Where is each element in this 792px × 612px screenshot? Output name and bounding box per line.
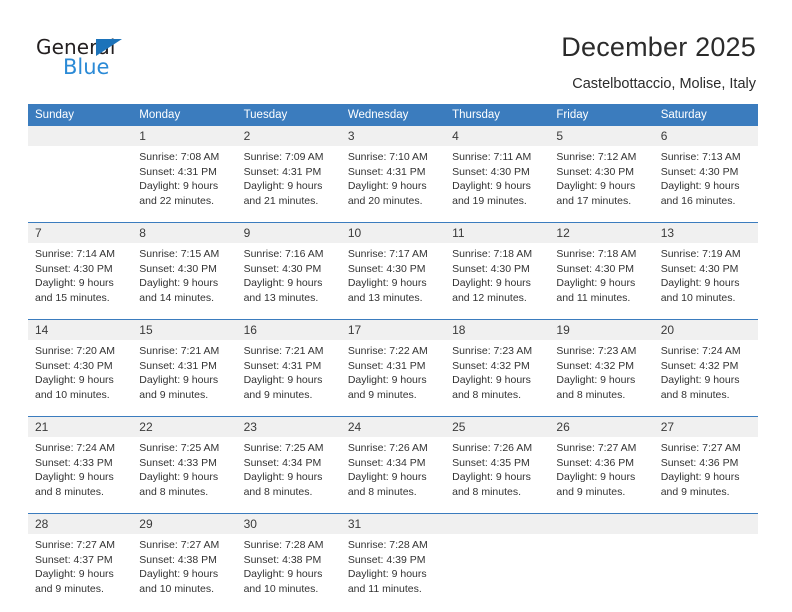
day-number-6[interactable]: 6 [653, 126, 758, 146]
day-number-16[interactable]: 16 [236, 320, 341, 340]
week-2-daynum-row: 7 8 9 10 11 12 13 [28, 223, 758, 243]
day-info-4: Sunrise: 7:11 AM Sunset: 4:30 PM Dayligh… [445, 146, 550, 222]
day-cell-empty [549, 514, 654, 534]
calendar-table: Sunday Monday Tuesday Wednesday Thursday… [28, 104, 758, 610]
page-header: General Blue December 2025 Castelbottacc… [0, 0, 792, 100]
day-number-31[interactable]: 31 [340, 514, 446, 534]
day-info-15: Sunrise: 7:21 AM Sunset: 4:31 PM Dayligh… [132, 340, 237, 416]
day-info-30: Sunrise: 7:28 AM Sunset: 4:38 PM Dayligh… [236, 534, 341, 610]
day-number-21[interactable]: 21 [28, 417, 133, 437]
page-title: December 2025 [561, 32, 756, 62]
weekday-header-tuesday: Tuesday [236, 104, 341, 126]
day-info-17: Sunrise: 7:22 AM Sunset: 4:31 PM Dayligh… [340, 340, 446, 416]
page-subtitle-location: Castelbottaccio, Molise, Italy [572, 76, 756, 92]
day-number-2[interactable]: 2 [236, 126, 341, 146]
day-info-11: Sunrise: 7:18 AM Sunset: 4:30 PM Dayligh… [445, 243, 550, 319]
day-info-26: Sunrise: 7:27 AM Sunset: 4:36 PM Dayligh… [549, 437, 654, 513]
day-info-24: Sunrise: 7:26 AM Sunset: 4:34 PM Dayligh… [340, 437, 446, 513]
day-info-22: Sunrise: 7:25 AM Sunset: 4:33 PM Dayligh… [132, 437, 237, 513]
calendar-page: General Blue December 2025 Castelbottacc… [0, 0, 792, 612]
day-info-31: Sunrise: 7:28 AM Sunset: 4:39 PM Dayligh… [340, 534, 446, 610]
day-number-7[interactable]: 7 [28, 223, 133, 243]
logo-text-blue: Blue [63, 55, 110, 79]
weekday-header-friday: Friday [549, 104, 654, 126]
day-info-20: Sunrise: 7:24 AM Sunset: 4:32 PM Dayligh… [653, 340, 758, 416]
day-info-8: Sunrise: 7:15 AM Sunset: 4:30 PM Dayligh… [132, 243, 237, 319]
day-number-4[interactable]: 4 [445, 126, 550, 146]
day-number-30[interactable]: 30 [236, 514, 341, 534]
day-info-5: Sunrise: 7:12 AM Sunset: 4:30 PM Dayligh… [549, 146, 654, 222]
day-number-26[interactable]: 26 [549, 417, 654, 437]
week-2-info-row: Sunrise: 7:14 AM Sunset: 4:30 PM Dayligh… [28, 243, 758, 319]
day-number-8[interactable]: 8 [132, 223, 237, 243]
day-number-18[interactable]: 18 [445, 320, 550, 340]
day-number-9[interactable]: 9 [236, 223, 341, 243]
day-info-1: Sunrise: 7:08 AM Sunset: 4:31 PM Dayligh… [132, 146, 237, 222]
general-blue-logo[interactable]: General Blue [36, 36, 146, 82]
day-number-28[interactable]: 28 [28, 514, 133, 534]
week-5-daynum-row: 28 29 30 31 [28, 514, 758, 534]
week-3-info-row: Sunrise: 7:20 AM Sunset: 4:30 PM Dayligh… [28, 340, 758, 416]
day-info-28: Sunrise: 7:27 AM Sunset: 4:37 PM Dayligh… [28, 534, 133, 610]
day-info-empty [445, 534, 550, 610]
day-info-27: Sunrise: 7:27 AM Sunset: 4:36 PM Dayligh… [653, 437, 758, 513]
week-1-info-row: Sunrise: 7:08 AM Sunset: 4:31 PM Dayligh… [28, 146, 758, 222]
day-info-empty [549, 534, 654, 610]
weekday-header-sunday: Sunday [28, 104, 133, 126]
weekday-header-monday: Monday [132, 104, 237, 126]
day-info-10: Sunrise: 7:17 AM Sunset: 4:30 PM Dayligh… [340, 243, 446, 319]
logo-triangle-icon [96, 39, 122, 56]
weekday-header-row: Sunday Monday Tuesday Wednesday Thursday… [28, 104, 758, 126]
day-number-13[interactable]: 13 [653, 223, 758, 243]
day-number-11[interactable]: 11 [445, 223, 550, 243]
day-number-29[interactable]: 29 [132, 514, 237, 534]
day-info-12: Sunrise: 7:18 AM Sunset: 4:30 PM Dayligh… [549, 243, 654, 319]
week-3-daynum-row: 14 15 16 17 18 19 20 [28, 320, 758, 340]
day-info-16: Sunrise: 7:21 AM Sunset: 4:31 PM Dayligh… [236, 340, 341, 416]
day-info-13: Sunrise: 7:19 AM Sunset: 4:30 PM Dayligh… [653, 243, 758, 319]
day-cell-empty [28, 126, 133, 146]
day-number-19[interactable]: 19 [549, 320, 654, 340]
day-info-23: Sunrise: 7:25 AM Sunset: 4:34 PM Dayligh… [236, 437, 341, 513]
day-cell-empty [445, 514, 550, 534]
day-number-20[interactable]: 20 [653, 320, 758, 340]
week-5-info-row: Sunrise: 7:27 AM Sunset: 4:37 PM Dayligh… [28, 534, 758, 610]
day-number-23[interactable]: 23 [236, 417, 341, 437]
day-info-6: Sunrise: 7:13 AM Sunset: 4:30 PM Dayligh… [653, 146, 758, 222]
day-info-25: Sunrise: 7:26 AM Sunset: 4:35 PM Dayligh… [445, 437, 550, 513]
day-info-empty [28, 146, 133, 222]
day-info-3: Sunrise: 7:10 AM Sunset: 4:31 PM Dayligh… [340, 146, 446, 222]
day-info-18: Sunrise: 7:23 AM Sunset: 4:32 PM Dayligh… [445, 340, 550, 416]
week-1-daynum-row: 1 2 3 4 5 6 [28, 126, 758, 146]
day-number-25[interactable]: 25 [445, 417, 550, 437]
calendar-body: 1 2 3 4 5 6 Sunrise: 7:08 AM Sunset: 4:3… [28, 126, 758, 610]
day-info-2: Sunrise: 7:09 AM Sunset: 4:31 PM Dayligh… [236, 146, 341, 222]
day-info-14: Sunrise: 7:20 AM Sunset: 4:30 PM Dayligh… [28, 340, 133, 416]
day-number-3[interactable]: 3 [340, 126, 446, 146]
weekday-header-wednesday: Wednesday [340, 104, 446, 126]
day-number-27[interactable]: 27 [653, 417, 758, 437]
day-number-1[interactable]: 1 [132, 126, 237, 146]
day-number-22[interactable]: 22 [132, 417, 237, 437]
day-number-17[interactable]: 17 [340, 320, 446, 340]
day-info-empty [653, 534, 758, 610]
weekday-header-thursday: Thursday [445, 104, 550, 126]
day-info-7: Sunrise: 7:14 AM Sunset: 4:30 PM Dayligh… [28, 243, 133, 319]
week-4-daynum-row: 21 22 23 24 25 26 27 [28, 417, 758, 437]
day-number-14[interactable]: 14 [28, 320, 133, 340]
day-cell-empty [653, 514, 758, 534]
week-4-info-row: Sunrise: 7:24 AM Sunset: 4:33 PM Dayligh… [28, 437, 758, 513]
day-info-29: Sunrise: 7:27 AM Sunset: 4:38 PM Dayligh… [132, 534, 237, 610]
day-number-10[interactable]: 10 [340, 223, 446, 243]
weekday-header-saturday: Saturday [653, 104, 758, 126]
day-info-19: Sunrise: 7:23 AM Sunset: 4:32 PM Dayligh… [549, 340, 654, 416]
day-number-12[interactable]: 12 [549, 223, 654, 243]
day-number-24[interactable]: 24 [340, 417, 446, 437]
day-number-15[interactable]: 15 [132, 320, 237, 340]
day-info-21: Sunrise: 7:24 AM Sunset: 4:33 PM Dayligh… [28, 437, 133, 513]
day-info-9: Sunrise: 7:16 AM Sunset: 4:30 PM Dayligh… [236, 243, 341, 319]
day-number-5[interactable]: 5 [549, 126, 654, 146]
